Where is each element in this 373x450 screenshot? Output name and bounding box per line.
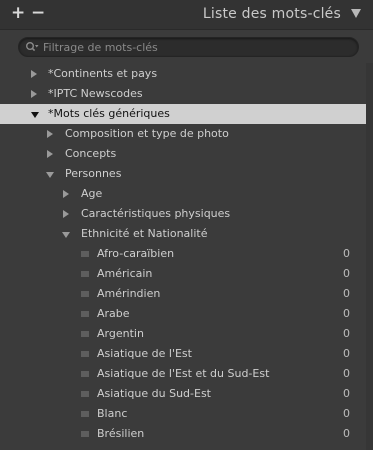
keyword-list-panel: + − Liste des mots-clés *Continents et p… [0,0,373,450]
tree-row-keyword[interactable]: Brésilien 0 [0,424,366,444]
leaf-grip-icon [81,271,89,277]
keyword-label: Arabe [97,307,130,320]
tree-row-composition[interactable]: Composition et type de photo [0,124,366,144]
remove-keyword-button[interactable]: − [31,3,45,23]
keyword-label: Blanc [97,407,128,420]
keyword-count: 0 [343,367,350,380]
keyword-label: Amérindien [97,287,161,300]
tree-row-age[interactable]: Age [0,184,366,204]
keyword-label: Ethnicité et Nationalité [81,227,208,240]
keyword-count: 0 [343,407,350,420]
expand-arrow-icon[interactable] [47,150,53,158]
keyword-count: 0 [343,387,350,400]
tree-row-keyword[interactable]: Blanc 0 [0,404,366,424]
tree-row-concepts[interactable]: Concepts [0,144,366,164]
keyword-label: Personnes [65,167,122,180]
search-input[interactable] [43,38,343,56]
keyword-label: Brésilien [97,427,145,440]
keyword-count: 0 [343,427,350,440]
leaf-grip-icon [81,431,89,437]
tree-row-keyword[interactable]: Asiatique du Sud-Est 0 [0,384,366,404]
scrollbar[interactable] [366,63,373,450]
tree-row-continents[interactable]: *Continents et pays [0,64,366,84]
tree-row-keyword[interactable]: Amérindien 0 [0,284,366,304]
expand-arrow-icon[interactable] [31,90,37,98]
keyword-label: Asiatique du Sud-Est [97,387,211,400]
tree-row-keyword[interactable]: Asiatique de l'Est et du Sud-Est 0 [0,364,366,384]
keyword-count: 0 [343,287,350,300]
tree-row-people[interactable]: Personnes [0,164,366,184]
keyword-label: Age [81,187,103,200]
keyword-count: 0 [343,247,350,260]
tree-row-ethnicity[interactable]: Ethnicité et Nationalité [0,224,366,244]
panel-header: + − Liste des mots-clés [0,0,373,30]
leaf-grip-icon [81,291,89,297]
keyword-label: Caractéristiques physiques [81,207,231,220]
expand-arrow-icon[interactable] [63,210,69,218]
keyword-label: Argentin [97,327,144,340]
collapse-panel-icon[interactable] [351,9,361,18]
keyword-count: 0 [343,307,350,320]
collapse-arrow-icon[interactable] [46,172,54,178]
keyword-label: Concepts [65,147,117,160]
expand-arrow-icon[interactable] [63,190,69,198]
add-keyword-button[interactable]: + [11,3,25,23]
keyword-label: Composition et type de photo [65,127,229,140]
keyword-label: Afro-caraïbien [97,247,175,260]
keyword-label: Asiatique de l'Est [97,347,192,360]
tree-row-keyword[interactable]: Argentin 0 [0,324,366,344]
leaf-grip-icon [81,411,89,417]
tree-row-iptc[interactable]: *IPTC Newscodes [0,84,366,104]
keyword-tree: *Continents et pays *IPTC Newscodes *Mot… [0,63,366,450]
search-icon[interactable] [25,41,39,53]
keyword-label: *Continents et pays [48,67,158,80]
collapse-arrow-icon[interactable] [31,112,39,118]
leaf-grip-icon [81,331,89,337]
keyword-label: *Mots clés génériques [48,107,170,120]
leaf-grip-icon [81,371,89,377]
tree-row-generic-keywords[interactable]: *Mots clés génériques [0,104,366,124]
keyword-count: 0 [343,347,350,360]
leaf-grip-icon [81,391,89,397]
tree-row-keyword[interactable]: Afro-caraïbien 0 [0,244,366,264]
panel-title: Liste des mots-clés [202,6,341,22]
leaf-grip-icon [81,311,89,317]
keyword-label: *IPTC Newscodes [48,87,143,100]
tree-row-keyword[interactable]: Asiatique de l'Est 0 [0,344,366,364]
tree-row-physical-traits[interactable]: Caractéristiques physiques [0,204,366,224]
leaf-grip-icon [81,251,89,257]
expand-arrow-icon[interactable] [47,130,53,138]
expand-arrow-icon[interactable] [31,70,37,78]
collapse-arrow-icon[interactable] [62,232,70,238]
keyword-label: Asiatique de l'Est et du Sud-Est [97,367,270,380]
tree-row-keyword[interactable]: Américain 0 [0,264,366,284]
keyword-filter-field[interactable] [18,37,359,57]
leaf-grip-icon [81,351,89,357]
keyword-count: 0 [343,267,350,280]
keyword-label: Américain [97,267,153,280]
tree-row-keyword[interactable]: Arabe 0 [0,304,366,324]
keyword-count: 0 [343,327,350,340]
